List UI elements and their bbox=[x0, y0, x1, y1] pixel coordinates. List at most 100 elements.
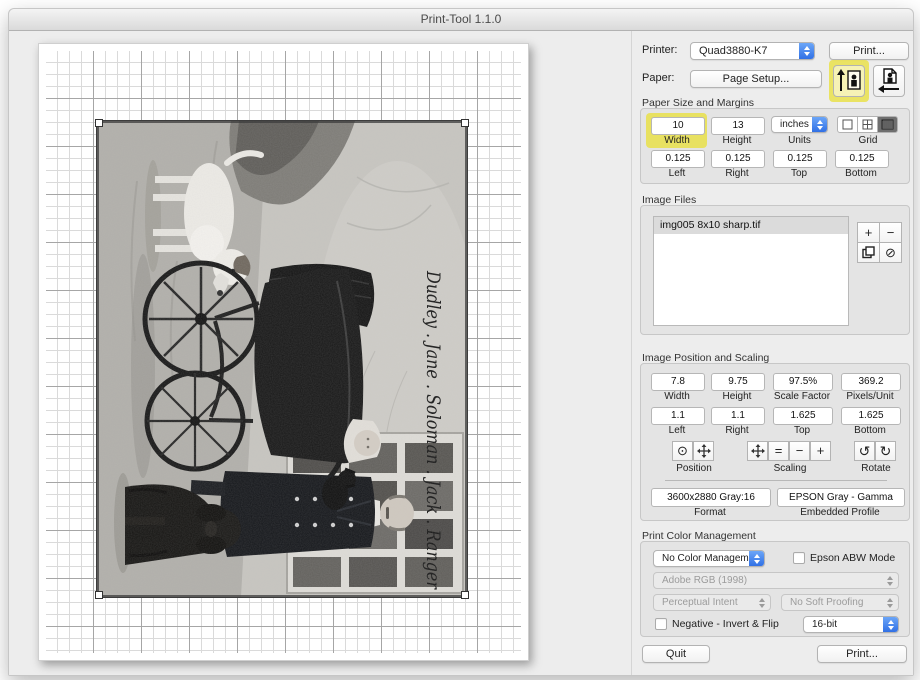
color-mgmt-section: No Color Management Epson ABW Mode Adobe… bbox=[640, 541, 910, 637]
title-bar: Print-Tool 1.1.0 bbox=[9, 9, 913, 31]
image-height-label: Height bbox=[711, 391, 763, 402]
position-label: Position bbox=[664, 463, 724, 474]
scale-equal-button[interactable]: = bbox=[768, 441, 789, 461]
grid-coarse-button[interactable] bbox=[857, 116, 878, 133]
bit-depth-select[interactable]: 16-bit bbox=[803, 616, 899, 633]
duplicate-image-button[interactable] bbox=[857, 242, 880, 263]
popup-stepper-icon bbox=[883, 616, 899, 633]
units-select[interactable]: inches bbox=[771, 116, 828, 133]
popup-stepper-icon bbox=[749, 550, 765, 567]
profile-select[interactable]: Adobe RGB (1998) bbox=[653, 572, 899, 589]
units-select-value: inches bbox=[780, 119, 809, 130]
image-height-field[interactable]: 9.75 bbox=[711, 373, 765, 391]
pos-scale-section: 7.8 Width 9.75 Height 97.5% Scale Factor… bbox=[640, 363, 910, 521]
image-bottom-label: Bottom bbox=[841, 425, 899, 436]
rotate-cw-button[interactable]: ↻ bbox=[875, 441, 896, 461]
print-image[interactable]: Dudley . Jane . Soloman . Jack . Ranger bbox=[96, 120, 468, 598]
grid-label: Grid bbox=[837, 135, 899, 146]
resize-handle-bottom-right[interactable] bbox=[461, 591, 469, 599]
grid-fine-icon bbox=[881, 119, 894, 130]
resize-handle-bottom-left[interactable] bbox=[95, 591, 103, 599]
controls-panel: Printer: Quad3880-K7 Print... Paper: Pag… bbox=[631, 31, 913, 675]
rotate-label: Rotate bbox=[846, 463, 906, 474]
paper-page: Dudley . Jane . Soloman . Jack . Ranger bbox=[38, 43, 529, 661]
window-title: Print-Tool 1.1.0 bbox=[421, 12, 502, 26]
paper-width-field[interactable]: 10 bbox=[651, 117, 705, 135]
image-right-field[interactable]: 1.1 bbox=[711, 407, 765, 425]
image-left-field[interactable]: 1.1 bbox=[651, 407, 705, 425]
popup-chevrons-icon bbox=[887, 598, 893, 608]
color-management-value: No Color Management bbox=[662, 553, 763, 564]
add-image-button[interactable]: + bbox=[857, 222, 880, 243]
popup-stepper-icon bbox=[812, 116, 828, 133]
margin-bottom-field[interactable]: 0.125 bbox=[835, 150, 889, 168]
color-management-select[interactable]: No Color Management bbox=[653, 550, 765, 567]
scale-factor-label: Scale Factor bbox=[767, 391, 837, 402]
image-width-field[interactable]: 7.8 bbox=[651, 373, 705, 391]
image-bottom-field[interactable]: 1.625 bbox=[841, 407, 901, 425]
pixels-unit-field[interactable]: 369.2 bbox=[841, 373, 901, 391]
position-move-button[interactable] bbox=[693, 441, 714, 461]
margin-right-label: Right bbox=[711, 168, 763, 179]
page-setup-button[interactable]: Page Setup... bbox=[690, 70, 822, 88]
scale-fit-button[interactable] bbox=[747, 441, 768, 461]
popup-chevrons-icon bbox=[887, 576, 893, 586]
orientation-landscape-button[interactable] bbox=[873, 65, 905, 97]
image-top-label: Top bbox=[773, 425, 831, 436]
negative-label: Negative - Invert & Flip bbox=[672, 618, 779, 630]
quit-button[interactable]: Quit bbox=[642, 645, 710, 663]
printer-select-value: Quad3880-K7 bbox=[699, 45, 768, 57]
move-icon bbox=[751, 444, 765, 458]
image-file-item[interactable]: img005 8x10 sharp.tif bbox=[654, 217, 848, 234]
intent-select[interactable]: Perceptual Intent bbox=[653, 594, 771, 611]
grid-off-button[interactable] bbox=[837, 116, 858, 133]
profile-value: Adobe RGB (1998) bbox=[662, 575, 747, 586]
grid-coarse-icon bbox=[862, 119, 873, 130]
resize-handle-top-left[interactable] bbox=[95, 119, 103, 127]
epson-abw-label: Epson ABW Mode bbox=[810, 552, 895, 564]
image-files-section: img005 8x10 sharp.tif + − ⊘ bbox=[640, 205, 910, 335]
embedded-profile-label: Embedded Profile bbox=[777, 507, 903, 518]
position-center-button[interactable]: ⊙ bbox=[672, 441, 693, 461]
resize-handle-top-right[interactable] bbox=[461, 119, 469, 127]
scale-up-button[interactable]: + bbox=[810, 441, 831, 461]
remove-image-button[interactable]: − bbox=[879, 222, 902, 243]
clear-images-button[interactable]: ⊘ bbox=[879, 242, 902, 263]
duplicate-icon bbox=[862, 246, 875, 259]
print-button-top[interactable]: Print... bbox=[829, 42, 909, 60]
grid-fine-button[interactable] bbox=[877, 116, 898, 133]
rotate-ccw-button[interactable]: ↺ bbox=[854, 441, 875, 461]
soft-proofing-select[interactable]: No Soft Proofing bbox=[781, 594, 899, 611]
section-divider bbox=[665, 480, 887, 481]
orientation-portrait-button[interactable] bbox=[833, 65, 865, 97]
move-icon bbox=[697, 444, 711, 458]
format-label: Format bbox=[651, 507, 769, 518]
margin-left-label: Left bbox=[651, 168, 703, 179]
scaling-label: Scaling bbox=[760, 463, 820, 474]
scale-factor-field[interactable]: 97.5% bbox=[773, 373, 833, 391]
margin-top-field[interactable]: 0.125 bbox=[773, 150, 827, 168]
epson-abw-checkbox[interactable] bbox=[793, 552, 805, 564]
print-button-bottom[interactable]: Print... bbox=[817, 645, 907, 663]
scale-down-button[interactable]: − bbox=[789, 441, 810, 461]
margin-right-field[interactable]: 0.125 bbox=[711, 150, 765, 168]
negative-checkbox[interactable] bbox=[655, 618, 667, 630]
app-window: Print-Tool 1.1.0 bbox=[8, 8, 914, 676]
paper-height-field[interactable]: 13 bbox=[711, 117, 765, 135]
intent-value: Perceptual Intent bbox=[662, 597, 738, 608]
grid-off-icon bbox=[842, 119, 853, 130]
margin-bottom-label: Bottom bbox=[835, 168, 887, 179]
units-label: Units bbox=[771, 135, 828, 146]
image-files-list[interactable]: img005 8x10 sharp.tif bbox=[653, 216, 849, 326]
paper-height-label: Height bbox=[711, 135, 763, 146]
margin-left-field[interactable]: 0.125 bbox=[651, 150, 705, 168]
popup-stepper-icon bbox=[799, 42, 815, 60]
image-right-label: Right bbox=[711, 425, 763, 436]
printer-label: Printer: bbox=[642, 44, 677, 56]
content-area: Dudley . Jane . Soloman . Jack . Ranger … bbox=[9, 31, 913, 675]
printer-select[interactable]: Quad3880-K7 bbox=[690, 42, 815, 60]
image-top-field[interactable]: 1.625 bbox=[773, 407, 833, 425]
print-preview-area: Dudley . Jane . Soloman . Jack . Ranger bbox=[9, 31, 631, 675]
photo-artwork: Dudley . Jane . Soloman . Jack . Ranger bbox=[97, 121, 467, 597]
format-field: 3600x2880 Gray:16 bbox=[651, 488, 771, 507]
